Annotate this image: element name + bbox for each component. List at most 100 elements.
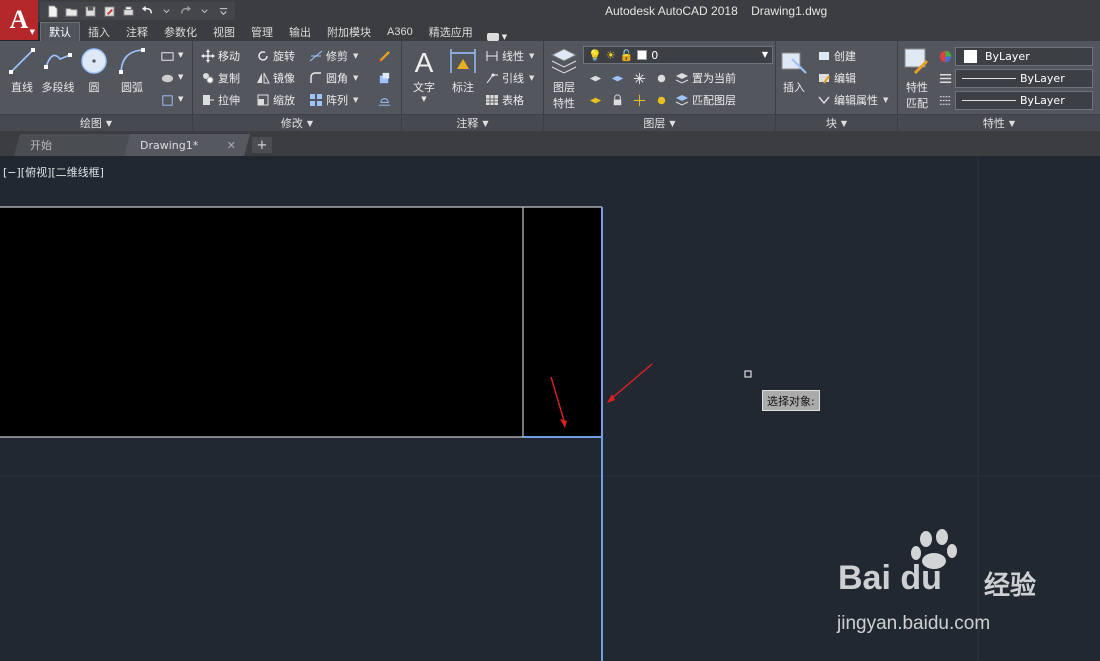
modify-panel-title[interactable]: 修改 ▼ (193, 114, 401, 131)
color-dropdown[interactable]: ByLayer (955, 47, 1093, 66)
open-folder-icon[interactable] (63, 3, 79, 19)
trim-icon (308, 49, 323, 64)
tab-start-label: 开始 (30, 139, 52, 152)
stretch-button[interactable]: 拉伸 (200, 91, 240, 109)
tab-a360[interactable]: A360 (379, 22, 421, 41)
layer-current-icon (674, 71, 689, 86)
fillet-button[interactable]: 圆角 ▼ (308, 69, 358, 87)
layer-isolate-icon[interactable] (608, 69, 626, 87)
layer-walk-icon[interactable] (586, 91, 604, 109)
watermark-logo: Bai du (838, 559, 942, 597)
viewport-controls-label[interactable]: [−][俯视][二维线框] (3, 164, 104, 180)
layer-on-icon[interactable] (652, 91, 670, 109)
trim-button[interactable]: 修剪 ▼ (308, 47, 358, 65)
tab-manage[interactable]: 管理 (243, 22, 281, 41)
table-label: 表格 (502, 94, 524, 107)
lineweight-value: ByLayer (1020, 72, 1065, 85)
tab-drawing1[interactable]: Drawing1* ✕ (124, 134, 250, 156)
save-as-icon[interactable] (101, 3, 117, 19)
edit-block-button[interactable]: 编辑 (816, 69, 856, 87)
drawing-canvas[interactable]: [−][俯视][二维线框] 选择对象: Bai du 经验 jingyan.ba… (0, 156, 1100, 661)
chevron-down-icon: ▼ (353, 52, 359, 60)
linear-dimension-button[interactable]: 线性 ▼ (484, 47, 534, 65)
edit-attributes-button[interactable]: 编辑属性 ▼ (816, 91, 888, 109)
polyline-button[interactable]: 多段线 (38, 45, 78, 95)
layer-state-icon[interactable] (586, 69, 604, 87)
create-block-button[interactable]: 创建 (816, 47, 856, 65)
create-label: 创建 (834, 50, 856, 63)
mirror-button[interactable]: 镜像 (255, 69, 295, 87)
close-icon[interactable]: ✕ (227, 139, 236, 152)
layer-thaw-icon[interactable] (630, 91, 648, 109)
text-button[interactable]: A 文字 ▼ (404, 45, 444, 103)
set-current-button[interactable]: 置为当前 (674, 69, 736, 87)
layer-dropdown[interactable]: 💡 ☀ 🔓 0 ▼ (583, 46, 773, 64)
hatch-icon[interactable] (158, 69, 176, 87)
block-panel-title[interactable]: 块 ▼ (776, 114, 897, 131)
array-button[interactable]: 阵列 ▼ (308, 91, 358, 109)
match-properties-button[interactable]: 特性 匹配 (897, 45, 937, 111)
chevron-down-icon: ▼ (840, 118, 848, 128)
tab-featured-apps[interactable]: 精选应用 (421, 22, 481, 41)
block-panel: 插入 创建 编辑 编辑属性 ▼ 块 ▼ (776, 41, 898, 131)
tab-addins[interactable]: 附加模块 (319, 22, 379, 41)
tab-default[interactable]: 默认 (40, 22, 80, 41)
move-icon (200, 49, 215, 64)
lineweight-icon[interactable] (936, 69, 954, 87)
draw-panel-title[interactable]: 绘图 ▼ (0, 114, 192, 131)
new-file-icon[interactable] (44, 3, 60, 19)
tab-view[interactable]: 视图 (205, 22, 243, 41)
arc-button[interactable]: 圆弧 (112, 45, 152, 95)
circle-button[interactable]: 圆 (74, 45, 114, 95)
chevron-down-icon[interactable] (158, 3, 174, 19)
scale-button[interactable]: 缩放 (255, 91, 295, 109)
offset-icon[interactable] (375, 91, 393, 109)
layer-off-icon[interactable] (652, 69, 670, 87)
insert-block-button[interactable]: 插入 (774, 45, 814, 95)
plot-icon[interactable] (120, 3, 136, 19)
linetype-icon[interactable] (936, 91, 954, 109)
lineweight-dropdown[interactable]: ByLayer (955, 69, 1093, 88)
erase-icon[interactable] (375, 47, 393, 65)
copy-button[interactable]: 复制 (200, 69, 240, 87)
layers-panel-title[interactable]: 图层 ▼ (544, 114, 775, 131)
chevron-down-icon[interactable]: ▼ (178, 73, 183, 81)
unlock-icon: 🔓 (619, 48, 634, 62)
new-tab-button[interactable]: + (252, 137, 272, 153)
match-layer-button[interactable]: 匹配图层 (674, 91, 736, 109)
application-menu-button[interactable]: A ▼ (0, 0, 38, 40)
chevron-down-icon[interactable]: ▼ (178, 51, 183, 59)
layer-freeze-icon[interactable] (630, 69, 648, 87)
tab-parametric[interactable]: 参数化 (156, 22, 205, 41)
tab-start[interactable]: 开始 (14, 134, 130, 156)
ribbon-display-toggle[interactable]: ▼ (481, 33, 513, 41)
region-icon[interactable] (158, 91, 176, 109)
tab-annotate[interactable]: 注释 (118, 22, 156, 41)
customize-qat-icon[interactable] (215, 3, 231, 19)
redo-icon[interactable] (177, 3, 193, 19)
chevron-down-icon: ▼ (105, 118, 113, 128)
chevron-down-icon[interactable]: ▼ (178, 95, 183, 103)
line-button[interactable]: 直线 (2, 45, 42, 95)
undo-icon[interactable] (139, 3, 155, 19)
match-properties-label-line2: 匹配 (906, 97, 928, 110)
tab-output[interactable]: 输出 (281, 22, 319, 41)
leader-button[interactable]: 引线 ▼ (484, 69, 534, 87)
circle-label: 圆 (88, 81, 100, 94)
rotate-button[interactable]: 旋转 (255, 47, 295, 65)
layer-lock-icon[interactable] (608, 91, 626, 109)
dimension-button[interactable]: 标注 (443, 45, 483, 95)
chevron-down-icon[interactable] (196, 3, 212, 19)
annotation-panel-title[interactable]: 注释 ▼ (402, 114, 543, 131)
tab-insert[interactable]: 插入 (80, 22, 118, 41)
layer-properties-button[interactable]: 图层 特性 (544, 45, 584, 111)
save-icon[interactable] (82, 3, 98, 19)
color-wheel-icon[interactable] (936, 47, 954, 65)
explode-icon[interactable] (375, 69, 393, 87)
rectangle-icon[interactable] (158, 47, 176, 65)
properties-panel-title[interactable]: 特性 ▼ (898, 114, 1100, 131)
move-button[interactable]: 移动 (200, 47, 240, 65)
table-button[interactable]: 表格 (484, 91, 524, 109)
insert-block-icon (781, 52, 807, 74)
linetype-dropdown[interactable]: ByLayer (955, 91, 1093, 110)
